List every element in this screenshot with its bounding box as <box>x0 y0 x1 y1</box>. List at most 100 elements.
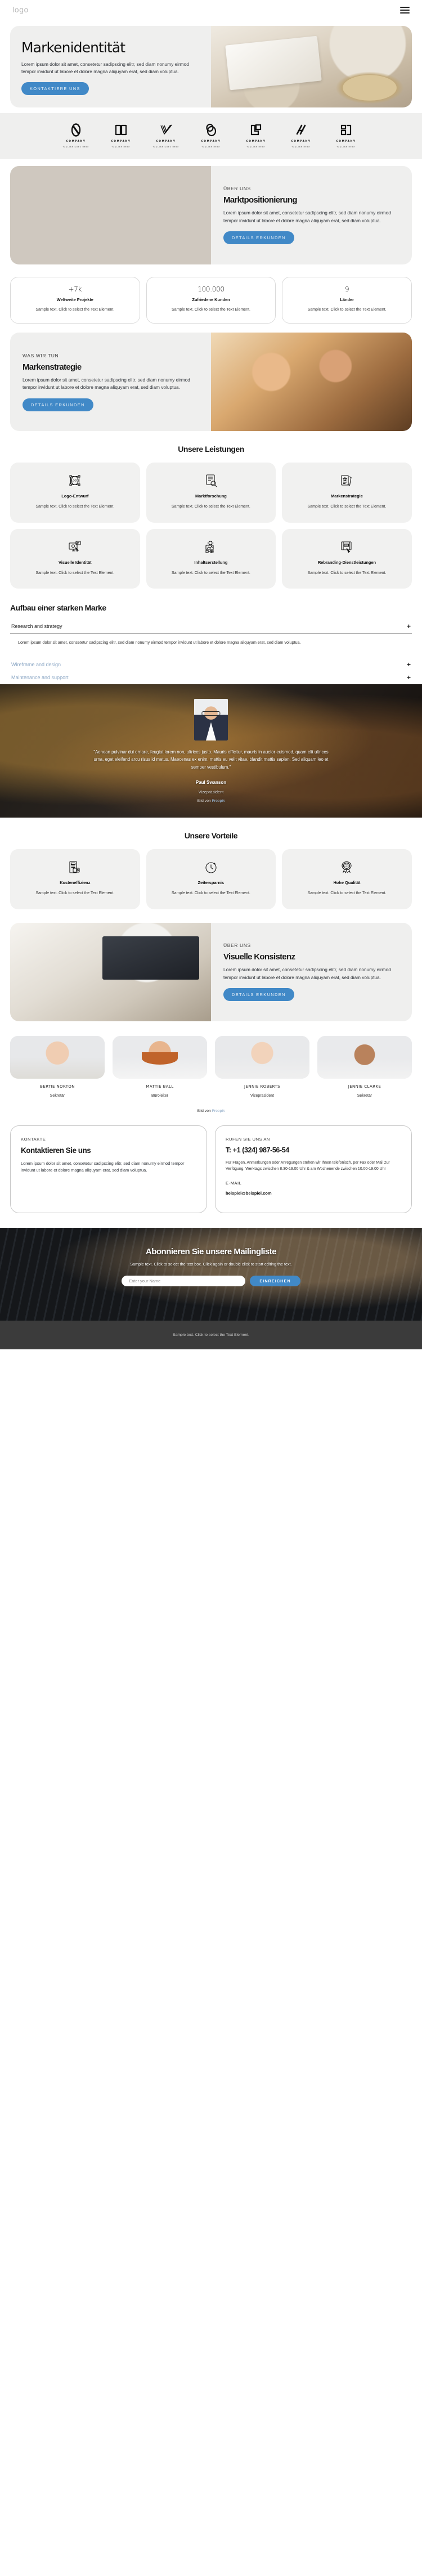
stat-desc: Sample text. Click to select the Text El… <box>172 307 250 312</box>
team-name: BERTIE NORTON <box>40 1084 75 1089</box>
newsletter-submit-button[interactable]: EINREICHEN <box>250 1275 300 1286</box>
accordion-label: Wireframe and design <box>11 662 61 667</box>
benefit-card-quality[interactable]: HIGH QUALITY Hohe Qualität Sample text. C… <box>282 849 412 909</box>
accordion-title: Aufbau einer starken Marke <box>10 603 106 613</box>
plus-icon[interactable]: + <box>407 661 411 668</box>
client-name: COMPANY <box>111 140 131 143</box>
accordion-item-wireframe[interactable]: Wireframe and design + <box>10 658 412 671</box>
email-address[interactable]: beispiel@beispiel.com <box>226 1191 401 1196</box>
hero-title: Markenidentität <box>21 39 125 56</box>
client-logo-2[interactable]: COMPANY TAGLINE HERE <box>98 123 143 148</box>
cost-efficiency-icon <box>18 859 132 875</box>
stats-row: +7k Weltweite Projekte Sample text. Clic… <box>0 264 422 326</box>
email-label: E-MAIL <box>226 1180 242 1186</box>
services-title: Unsere Leistungen <box>178 445 244 454</box>
client-tagline: TAGLINE HERE <box>291 145 311 148</box>
service-title: Logo-Entwurf <box>61 493 89 499</box>
team-row: BERTIE NORTON Sekretär MATTIE BALL Bürol… <box>0 1021 422 1101</box>
site-logo[interactable]: logo <box>12 6 29 15</box>
service-card-logo-design[interactable]: LOGO Logo-Entwurf Sample text. Click to … <box>10 463 140 523</box>
strategy-title: Markenstrategie <box>23 362 82 372</box>
team-member[interactable]: JENNIE CLARKE Sekretär <box>317 1035 412 1098</box>
team-member[interactable]: BERTIE NORTON Sekretär <box>10 1035 105 1098</box>
about-cta-button[interactable]: DETAILS ERKUNDEN <box>223 231 294 244</box>
contact-card-left: KONTAKTE Kontaktieren Sie uns Lorem ipsu… <box>10 1125 207 1213</box>
service-card-visual-identity[interactable]: Visuelle Identität Sample text. Click to… <box>10 528 140 589</box>
freepik-link[interactable]: Freepik <box>212 799 225 803</box>
letter-block-logo-icon <box>340 124 352 135</box>
about-text: Lorem ipsum dolor sit amet, consetetur s… <box>223 210 391 223</box>
team-photo <box>10 1035 105 1079</box>
client-tagline: TAGLINE HERE <box>201 145 221 148</box>
avatar <box>194 699 228 741</box>
team-photo <box>317 1035 412 1079</box>
stat-card: 9 Länder Sample text. Click to select th… <box>282 276 412 324</box>
benefit-card-time[interactable]: Zeitersparnis Sample text. Click to sele… <box>146 849 276 909</box>
service-desc: Sample text. Click to select the Text El… <box>171 571 250 575</box>
service-title: Rebranding-Dienstleistungen <box>317 559 376 565</box>
testimonial-quote: "Aenean pulvinar dui ornare, feugiat lor… <box>93 750 329 770</box>
consistency-cta-button[interactable]: DETAILS ERKUNDEN <box>223 988 294 1002</box>
content-creation-icon <box>154 539 268 555</box>
stat-number: +7k <box>68 285 82 293</box>
benefit-card-cost[interactable]: Kosteneffizienz Sample text. Click to se… <box>10 849 140 909</box>
diagonal-slashes-logo-icon <box>296 124 306 134</box>
accordion-item-research[interactable]: Research and strategy + <box>10 620 412 633</box>
stat-number: 9 <box>345 285 349 293</box>
double-circle-logo-icon <box>206 123 217 136</box>
logo-design-icon: LOGO <box>18 473 132 488</box>
service-card-rebranding[interactable]: BRAND Rebranding-Dienstleistungen Sample… <box>282 528 412 589</box>
client-tagline: TAGLINE HERE <box>111 145 131 148</box>
consistency-eyebrow: ÜBER UNS <box>223 943 251 949</box>
market-research-icon <box>154 473 268 488</box>
plus-icon[interactable]: + <box>407 674 411 681</box>
service-card-brand-strategy[interactable]: Markenstrategie Sample text. Click to se… <box>282 463 412 523</box>
service-card-content-creation[interactable]: Inhaltserstellung Sample text. Click to … <box>146 528 276 589</box>
newsletter-name-input[interactable] <box>122 1275 246 1286</box>
stopwatch-icon <box>154 859 268 875</box>
about-text-panel: ÜBER UNS Marktpositionierung Lorem ipsum… <box>211 165 412 264</box>
phone-number[interactable]: T: +1 (324) 987-56-54 <box>226 1146 401 1154</box>
hamburger-icon[interactable] <box>400 7 410 14</box>
hero-image <box>211 26 412 107</box>
team-member[interactable]: JENNIE ROBERTS Vizepräsident <box>215 1035 309 1098</box>
client-tagline: TAGLINE GOES HERE <box>152 145 179 148</box>
client-logo-4[interactable]: COMPANY TAGLINE HERE <box>188 123 234 148</box>
service-desc: Sample text. Click to select the Text El… <box>307 571 387 575</box>
team-member[interactable]: MATTIE BALL Büroleiter <box>113 1035 207 1098</box>
site-footer: Sample text. Click to select the Text El… <box>0 1320 422 1349</box>
service-card-market-research[interactable]: Marktforschung Sample text. Click to sel… <box>146 463 276 523</box>
credit-prefix: Bild von <box>197 1109 212 1113</box>
client-logo-3[interactable]: COMPANY TAGLINE GOES HERE <box>143 123 188 148</box>
service-title: Inhaltserstellung <box>194 559 228 565</box>
service-desc: Sample text. Click to select the Text El… <box>171 505 250 509</box>
client-logo-5[interactable]: COMPANY TAGLINE HERE <box>234 123 279 148</box>
consistency-image <box>10 922 211 1021</box>
benefits-grid: Kosteneffizienz Sample text. Click to se… <box>0 849 422 909</box>
freepik-link[interactable]: Freepik <box>212 1109 225 1113</box>
consistency-section: ÜBER UNS Visuelle Konsistenz Lorem ipsum… <box>0 909 422 1021</box>
stat-label: Weltweite Projekte <box>56 297 93 302</box>
benefit-desc: Sample text. Click to select the Text El… <box>35 891 115 896</box>
consistency-title: Visuelle Konsistenz <box>223 952 295 962</box>
testimonial-role: Vizepräsident <box>198 789 224 795</box>
about-eyebrow: ÜBER UNS <box>223 186 251 192</box>
contact-eyebrow: KONTAKTE <box>21 1136 46 1142</box>
client-name: COMPANY <box>66 140 86 143</box>
client-logo-7[interactable]: COMPANY TAGLINE HERE <box>324 123 369 148</box>
hero-cta-button[interactable]: KONTAKTIERE UNS <box>21 82 89 95</box>
service-desc: Sample text. Click to select the Text El… <box>307 505 387 509</box>
accordion-item-maintenance[interactable]: Maintenance and support + <box>10 671 412 684</box>
team-role: Büroleiter <box>151 1093 168 1098</box>
strategy-text: Lorem ipsum dolor sit amet, consetetur s… <box>23 376 190 391</box>
stat-label: Länder <box>340 297 354 302</box>
stat-desc: Sample text. Click to select the Text El… <box>35 307 115 312</box>
client-logo-6[interactable]: COMPANY TAGLINE HERE <box>279 123 324 148</box>
service-title: Visuelle Identität <box>58 559 92 565</box>
footer-text: Sample text. Click to select the Text El… <box>173 1332 249 1337</box>
square-corner-logo-icon <box>250 124 262 135</box>
strategy-cta-button[interactable]: DETAILS ERKUNDEN <box>23 398 93 411</box>
plus-icon[interactable]: + <box>407 623 411 630</box>
about-title: Marktpositionierung <box>223 195 298 205</box>
client-logo-1[interactable]: COMPANY TAGLINE GOES HERE <box>53 123 98 148</box>
